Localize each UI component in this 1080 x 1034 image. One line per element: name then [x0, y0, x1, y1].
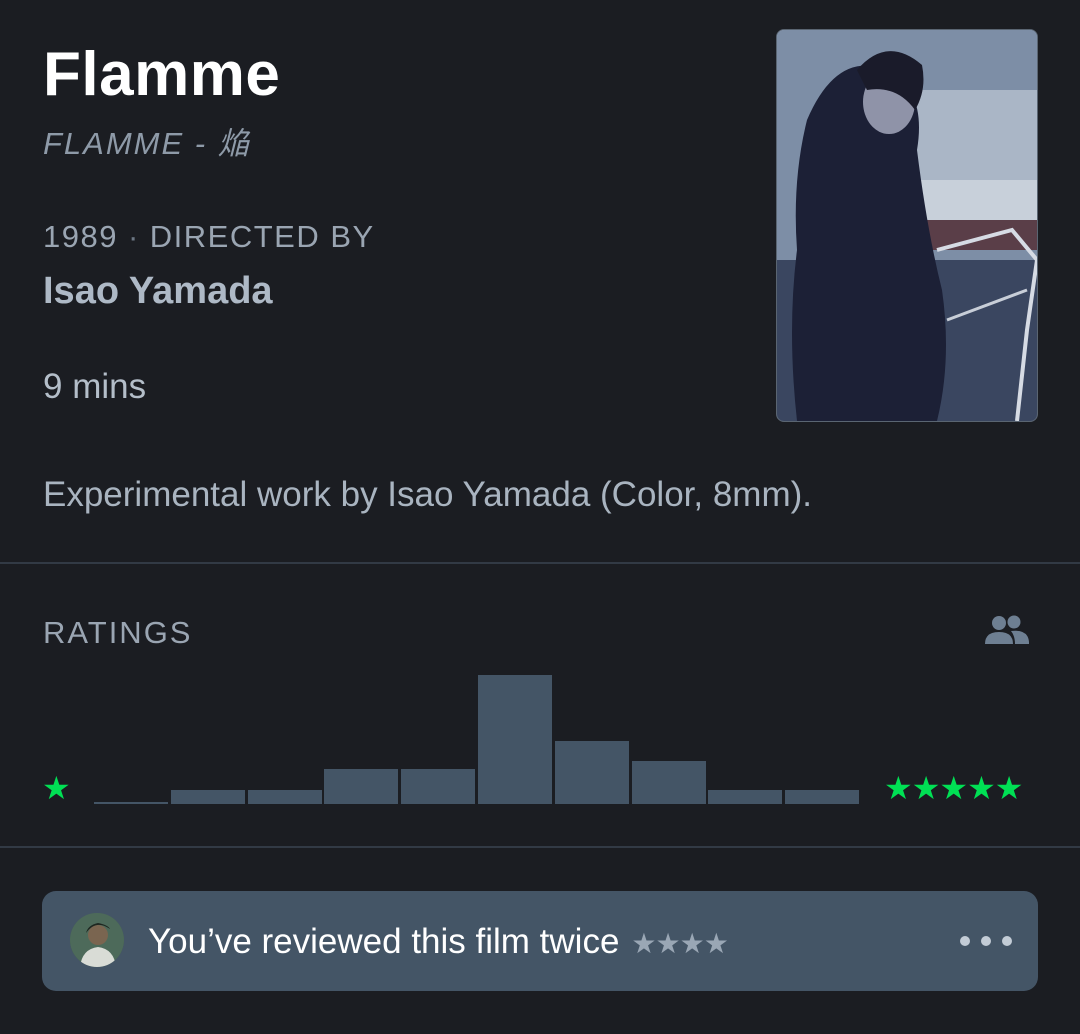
review-rating-stars: ★★★★ — [631, 928, 728, 959]
histogram-bar-3½[interactable] — [555, 741, 629, 804]
runtime: 9 mins — [43, 367, 147, 406]
directed-by-label: DIRECTED BY — [149, 219, 375, 254]
histogram-bar-2½[interactable] — [401, 769, 475, 804]
film-synopsis: Experimental work by Isao Yamada (Color,… — [43, 475, 812, 514]
histogram-bar-1[interactable] — [171, 790, 245, 804]
director-name[interactable]: Isao Yamada — [43, 272, 273, 310]
review-status-text: You’ve reviewed this film twice — [148, 922, 620, 961]
histogram-bar-5[interactable] — [785, 790, 859, 804]
poster-image — [777, 30, 1037, 421]
histogram-bar-2[interactable] — [324, 769, 398, 804]
section-divider — [0, 562, 1080, 564]
review-status: You’ve reviewed this film twice ★★★★ — [148, 922, 729, 961]
meta-separator: · — [127, 219, 140, 254]
user-avatar[interactable] — [70, 913, 124, 967]
film-title: Flamme — [43, 40, 281, 109]
friends-icon[interactable] — [984, 614, 1030, 646]
histogram-bar-3[interactable] — [478, 675, 552, 804]
min-rating-star: ★ — [42, 770, 71, 806]
histogram-bar-4[interactable] — [632, 761, 706, 804]
release-year[interactable]: 1989 — [43, 219, 118, 254]
ratings-histogram[interactable] — [94, 670, 862, 804]
section-divider-bottom — [0, 846, 1080, 848]
ratings-heading: RATINGS — [43, 615, 193, 650]
max-rating-stars: ★★★★★ — [884, 770, 1023, 806]
original-title: FLAMME - 焔 — [43, 126, 251, 161]
histogram-bar-1½[interactable] — [248, 790, 322, 804]
film-poster[interactable] — [776, 29, 1038, 422]
more-horizontal-icon[interactable] — [956, 929, 1016, 953]
film-meta: 1989 · DIRECTED BY — [43, 221, 375, 252]
your-review-bar[interactable]: You’ve reviewed this film twice ★★★★ — [42, 891, 1038, 991]
histogram-bar-4½[interactable] — [708, 790, 782, 804]
histogram-bar-½[interactable] — [94, 802, 168, 804]
